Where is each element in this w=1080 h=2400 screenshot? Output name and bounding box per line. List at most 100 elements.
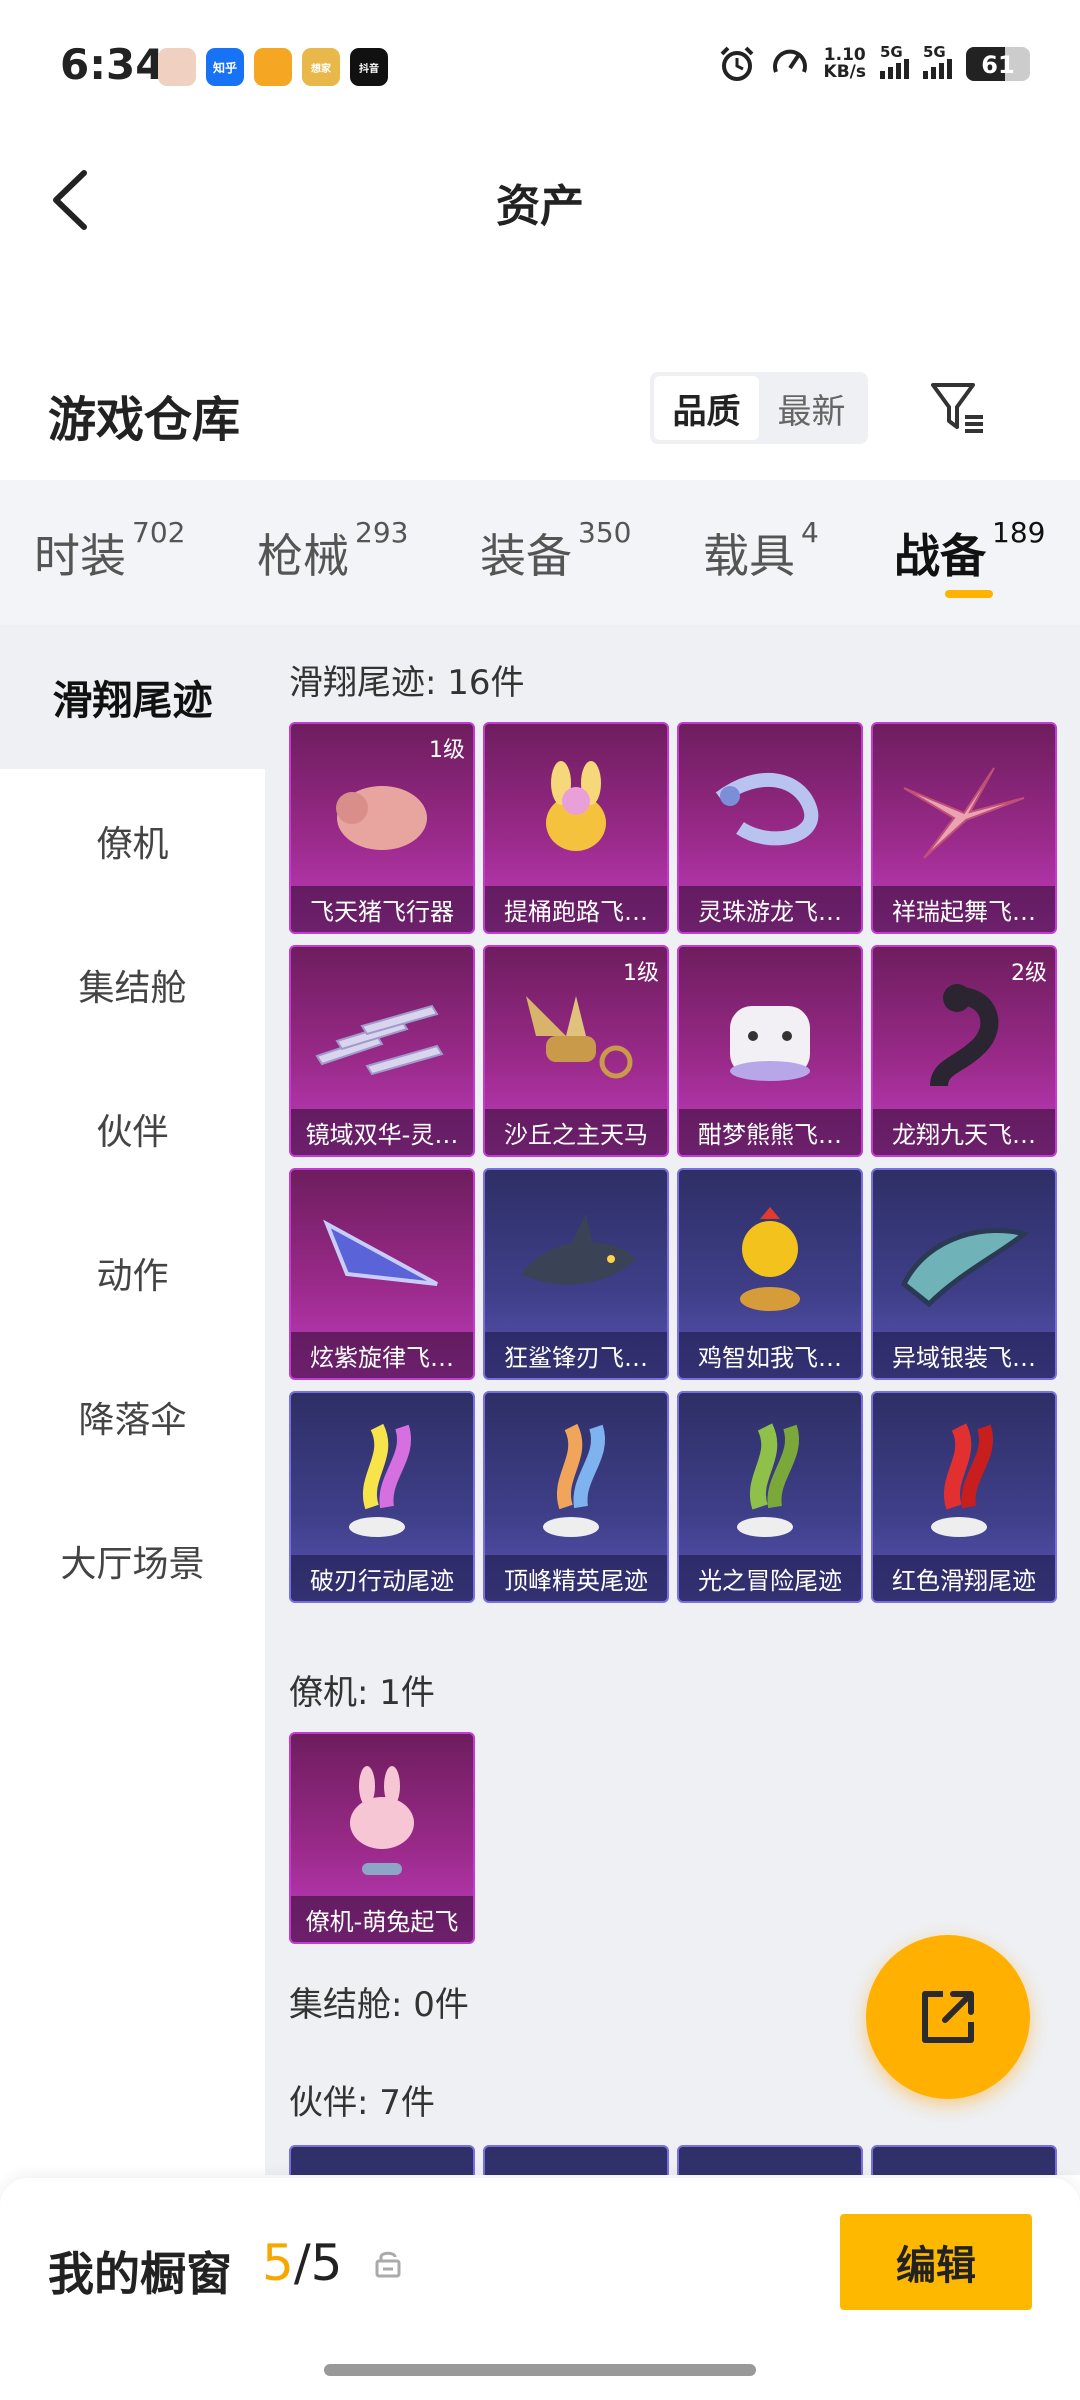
partner-santa-art	[679, 2161, 861, 2175]
signal-1-label: 5G	[880, 43, 903, 61]
item-name: 异域银装飞…	[873, 1332, 1055, 1378]
item-card[interactable]: 祥瑞起舞飞…	[871, 722, 1057, 934]
item-name: 炫紫旋律飞…	[291, 1332, 473, 1378]
edit-button[interactable]: 编辑	[840, 2214, 1032, 2310]
tab-count: 702	[132, 516, 186, 549]
tab-fashion[interactable]: 时装 702	[34, 516, 185, 586]
showcase-label: 我的橱窗	[48, 2247, 232, 2301]
partner-hamster-art	[291, 2161, 473, 2175]
item-card[interactable]	[289, 2145, 475, 2175]
exotic-silver-art	[873, 1184, 1055, 1334]
item-card[interactable]	[483, 2145, 669, 2175]
sort-toggle: 品质 最新	[650, 372, 868, 444]
item-card[interactable]: 光之冒险尾迹	[677, 1391, 863, 1603]
tab-label: 载具	[703, 529, 795, 583]
warehouse-header: 游戏仓库 品质 最新	[0, 360, 1080, 480]
mirror-realm-art	[291, 961, 473, 1111]
signal-2-label: 5G	[923, 43, 946, 61]
cute-rabbit-wingman-art	[291, 1748, 473, 1898]
status-app-icons: 知乎 想家 抖音	[158, 48, 388, 86]
item-card[interactable]: 镜域双华-灵…	[289, 945, 475, 1157]
item-card[interactable]	[871, 2145, 1057, 2175]
douyin-app-icon: 抖音	[350, 48, 388, 86]
nav-action[interactable]: 动作	[0, 1201, 265, 1345]
item-card[interactable]: 提桶跑路飞…	[483, 722, 669, 934]
item-name: 鸡智如我飞…	[679, 1332, 861, 1378]
tab-label: 时装	[34, 529, 126, 583]
soaring-dragon-art	[873, 961, 1055, 1111]
tab-vehicles[interactable]: 载具 4	[703, 516, 819, 586]
item-card[interactable]: 2级 龙翔九天飞…	[871, 945, 1057, 1157]
tab-battle-gear[interactable]: 战备 189	[894, 516, 1045, 586]
nav-partner[interactable]: 伙伴	[0, 1057, 265, 1201]
battery-text: 61	[981, 51, 1015, 79]
section-title-partner: 伙伴: 7件	[289, 2083, 435, 2123]
item-card[interactable]: 鸡智如我飞…	[677, 1168, 863, 1380]
section-title-wingman: 僚机: 1件	[289, 1673, 435, 1713]
tab-guns[interactable]: 枪械 293	[257, 516, 408, 586]
dune-pegasus-art	[485, 961, 667, 1111]
tab-count: 293	[355, 516, 409, 549]
item-name: 灵珠游龙飞…	[679, 886, 861, 932]
partner-chicken-art	[873, 2161, 1055, 2175]
item-card[interactable]: 炫紫旋律飞…	[289, 1168, 475, 1380]
tab-equipment[interactable]: 装备 350	[480, 516, 631, 586]
item-name: 狂鲨锋刃飞…	[485, 1332, 667, 1378]
item-name: 僚机-萌兔起飞	[291, 1896, 473, 1942]
item-name: 红色滑翔尾迹	[873, 1555, 1055, 1601]
sort-latest-button[interactable]: 最新	[759, 376, 864, 440]
home-indicator[interactable]	[324, 2364, 756, 2376]
tab-label: 枪械	[257, 529, 349, 583]
item-card[interactable]: 红色滑翔尾迹	[871, 1391, 1057, 1603]
purple-melody-art	[291, 1184, 473, 1334]
red-smoke-trail-art	[873, 1407, 1055, 1557]
bucket-bee-art	[485, 738, 667, 888]
nav-lobby-scene[interactable]: 大厅场景	[0, 1489, 265, 1633]
filter-button[interactable]	[922, 372, 992, 442]
sleepy-bear-art	[679, 961, 861, 1111]
warehouse-title: 游戏仓库	[48, 392, 241, 448]
partner-dog-art	[485, 2161, 667, 2175]
pearl-dragon-art	[679, 738, 861, 888]
item-name: 龙翔九天飞…	[873, 1109, 1055, 1155]
item-card[interactable]	[677, 2145, 863, 2175]
item-name: 光之冒险尾迹	[679, 1555, 861, 1601]
elite-smoke-trail-art	[485, 1407, 667, 1557]
nav-glide-trail[interactable]: 滑翔尾迹	[0, 625, 265, 769]
item-card[interactable]: 狂鲨锋刃飞…	[483, 1168, 669, 1380]
filter-icon	[931, 383, 983, 433]
net-speed-unit: KB/s	[823, 62, 866, 82]
smart-chicken-art	[679, 1184, 861, 1334]
item-card[interactable]: 酣梦熊熊飞…	[677, 945, 863, 1157]
nav-capsule[interactable]: 集结舱	[0, 913, 265, 1057]
section-title-capsule: 集结舱: 0件	[289, 1985, 469, 2025]
auspicious-dance-art	[873, 738, 1055, 888]
avatar-app-icon	[158, 48, 196, 86]
item-card[interactable]: 1级 沙丘之主天马	[483, 945, 669, 1157]
item-name: 酣梦熊熊飞…	[679, 1109, 861, 1155]
coin-app-icon	[254, 48, 292, 86]
item-name: 顶峰精英尾迹	[485, 1555, 667, 1601]
share-button[interactable]	[866, 1935, 1030, 2099]
tab-count: 189	[992, 516, 1046, 549]
battery-icon: 61	[966, 47, 1030, 81]
sub-category-nav: 滑翔尾迹 僚机 集结舱 伙伴 动作 降落伞 大厅场景	[0, 625, 265, 2175]
item-name: 镜域双华-灵…	[291, 1109, 473, 1155]
item-name: 提桶跑路飞…	[485, 886, 667, 932]
item-card[interactable]: 1级 飞天猪飞行器	[289, 722, 475, 934]
item-card[interactable]: 破刃行动尾迹	[289, 1391, 475, 1603]
nav-wingman[interactable]: 僚机	[0, 769, 265, 913]
sort-quality-button[interactable]: 品质	[654, 376, 759, 440]
category-tabs: 时装 702 枪械 293 装备 350 载具 4 战备 189	[0, 480, 1080, 625]
item-name: 飞天猪飞行器	[291, 886, 473, 932]
signal-5g-2-icon: 5G	[923, 43, 952, 79]
section-title-glide-trail: 滑翔尾迹: 16件	[289, 663, 525, 703]
status-right: 1.10 KB/s 5G 5G 61	[718, 43, 1030, 84]
item-card[interactable]: 异域银装飞…	[871, 1168, 1057, 1380]
item-card[interactable]: 僚机-萌兔起飞	[289, 1732, 475, 1944]
item-card[interactable]: 顶峰精英尾迹	[483, 1391, 669, 1603]
green-smoke-trail-art	[679, 1407, 861, 1557]
nav-parachute[interactable]: 降落伞	[0, 1345, 265, 1489]
showcase-count: 5/5	[262, 2234, 342, 2292]
item-card[interactable]: 灵珠游龙飞…	[677, 722, 863, 934]
